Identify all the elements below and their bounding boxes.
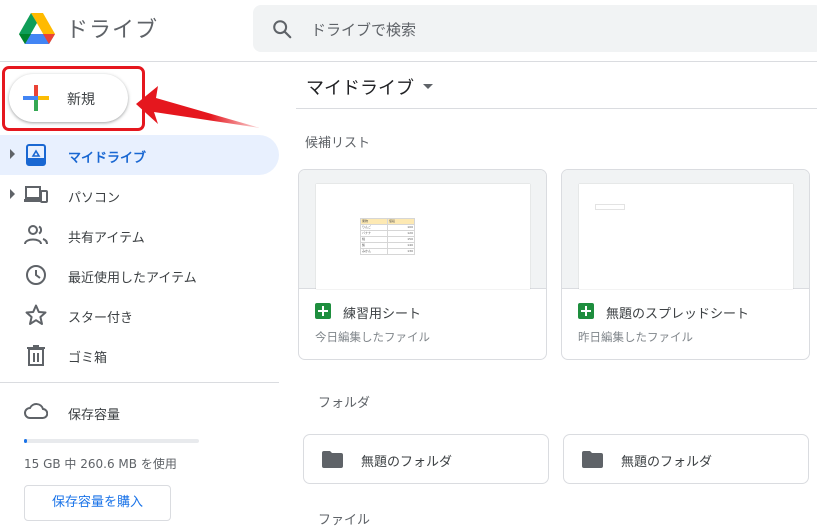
app-title: ドライブ [66, 18, 159, 43]
sidebar-divider [0, 382, 279, 383]
clock-icon [26, 265, 46, 285]
google-sheets-icon [578, 303, 594, 319]
sidebar-item-label: パソコン [68, 191, 121, 206]
chevron-down-icon[interactable] [423, 84, 433, 89]
sheet-preview: 果物 値段 りんご 100 バナナ 120 桃 150 梨 140 みかん 13… [316, 184, 530, 289]
suggested-section-label: 候補リスト [305, 136, 371, 151]
storage-usage-bar [24, 439, 199, 443]
sheet-preview-table: 果物 値段 りんご 100 バナナ 120 桃 150 梨 140 みかん 13… [360, 218, 415, 255]
sidebar-item-trash[interactable]: ゴミ箱 [0, 335, 279, 375]
file-card[interactable]: 無題のスプレッドシート 昨日編集したファイル [561, 169, 810, 360]
folders-section-label: フォルダ [318, 396, 371, 411]
sidebar-item-label: スター付き [68, 311, 134, 326]
search-input[interactable]: ドライブで検索 [311, 19, 416, 40]
folder-icon [322, 451, 343, 468]
expand-caret-icon[interactable] [10, 189, 15, 199]
search-bar[interactable]: ドライブで検索 [253, 5, 817, 52]
google-sheets-icon [315, 303, 331, 319]
empty-cell-preview [595, 204, 625, 210]
storage-usage-text: 15 GB 中 260.6 MB を使用 [24, 457, 177, 471]
sidebar-item-label: ゴミ箱 [68, 351, 108, 366]
app-header: ドライブ ドライブで検索 [0, 0, 817, 62]
search-icon[interactable] [271, 18, 293, 40]
page-title[interactable]: マイドライブ [306, 74, 414, 100]
buy-storage-button[interactable]: 保存容量を購入 [24, 485, 171, 521]
file-name: 練習用シート [343, 307, 422, 322]
file-edited-date: 昨日編集したファイル [578, 330, 693, 344]
storage-usage-fill [24, 439, 27, 443]
computers-icon [24, 186, 48, 203]
star-icon [25, 304, 47, 325]
sidebar-item-computers[interactable]: パソコン [0, 175, 279, 215]
folder-item[interactable]: 無題のフォルダ [563, 434, 809, 484]
sidebar-item-label: マイドライブ [68, 151, 147, 166]
sheet-preview [579, 184, 793, 289]
file-edited-date: 今日編集したファイル [315, 330, 430, 344]
folder-name: 無題のフォルダ [621, 455, 713, 470]
annotation-highlight-box [2, 66, 145, 131]
sidebar-item-label: 最近使用したアイテム [68, 271, 197, 286]
sidebar-item-starred[interactable]: スター付き [0, 295, 279, 335]
preview-cell: 130 [387, 248, 415, 255]
folder-icon [582, 451, 603, 468]
sidebar-item-storage[interactable]: 保存容量 [0, 398, 279, 426]
folder-name: 無題のフォルダ [361, 455, 453, 470]
trash-icon [27, 345, 45, 366]
main-divider [296, 108, 817, 109]
sidebar-item-recent[interactable]: 最近使用したアイテム [0, 255, 279, 295]
file-card[interactable]: 果物 値段 りんご 100 バナナ 120 桃 150 梨 140 みかん 13… [298, 169, 547, 360]
sidebar-nav: マイドライブ パソコン 共有アイテム 最近使用したアイテム スター付き ゴミ箱 [0, 135, 279, 375]
my-drive-icon [26, 144, 46, 166]
cloud-icon [24, 403, 48, 419]
google-drive-logo-icon[interactable] [18, 12, 56, 46]
annotation-arrow-icon [136, 86, 260, 128]
file-thumbnail [562, 170, 809, 289]
sidebar-item-label: 共有アイテム [68, 231, 145, 246]
file-thumbnail: 果物 値段 りんご 100 バナナ 120 桃 150 梨 140 みかん 13… [299, 170, 546, 289]
expand-caret-icon[interactable] [10, 149, 15, 159]
shared-icon [24, 225, 48, 245]
folder-item[interactable]: 無題のフォルダ [303, 434, 549, 484]
files-section-label: ファイル [318, 513, 371, 527]
preview-cell: みかん [360, 248, 388, 255]
storage-label: 保存容量 [68, 408, 121, 423]
sidebar-item-my-drive[interactable]: マイドライブ [0, 135, 279, 175]
sidebar-item-shared[interactable]: 共有アイテム [0, 215, 279, 255]
file-name: 無題のスプレッドシート [606, 307, 750, 322]
